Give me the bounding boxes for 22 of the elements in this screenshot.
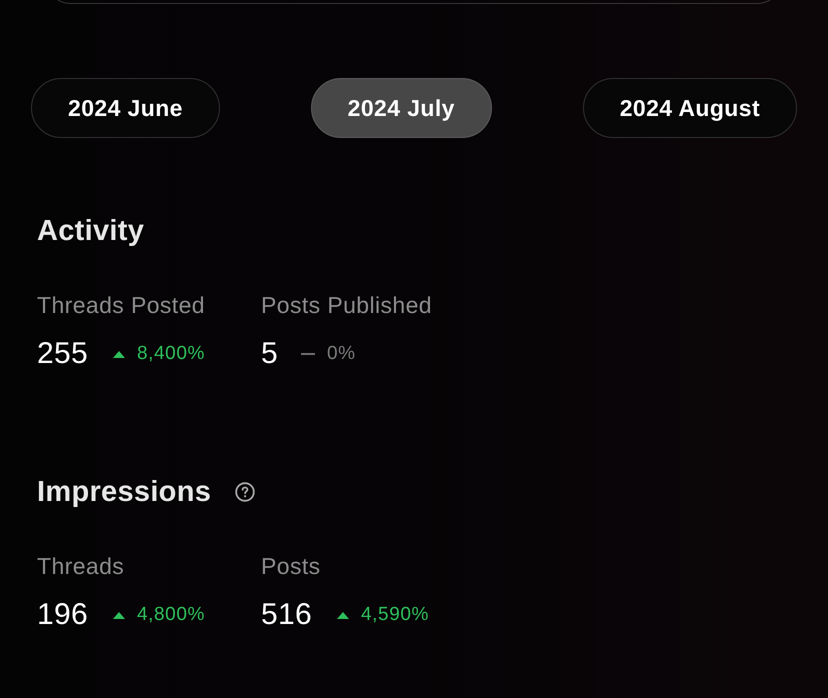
metric-label: Posts Published xyxy=(261,291,432,319)
month-tab[interactable]: 2024 June xyxy=(31,78,220,138)
metric-label: Posts xyxy=(261,552,322,580)
metric-value: 255 xyxy=(37,336,88,372)
section-heading: Activity xyxy=(37,214,144,248)
up-triangle-icon xyxy=(112,612,125,618)
metric-label: Threads Posted xyxy=(37,291,206,319)
section-heading: Impressions xyxy=(37,475,212,509)
up-triangle-icon xyxy=(112,350,125,358)
change-percent: 0% xyxy=(327,342,356,366)
change-percent: 4,590% xyxy=(360,603,430,627)
dash-icon xyxy=(301,353,316,355)
month-tab[interactable]: 2024 August xyxy=(582,78,797,138)
change-percent: 8,400% xyxy=(136,342,206,366)
metric-label: Threads xyxy=(37,552,126,580)
metric-value: 5 xyxy=(261,336,278,372)
change-percent: 4,800% xyxy=(136,603,206,627)
month-tab[interactable]: 2024 July xyxy=(310,78,492,138)
metric-value: 516 xyxy=(261,597,312,633)
metric-value: 196 xyxy=(37,597,88,633)
help-icon[interactable] xyxy=(235,482,256,502)
up-triangle-icon xyxy=(336,612,349,618)
